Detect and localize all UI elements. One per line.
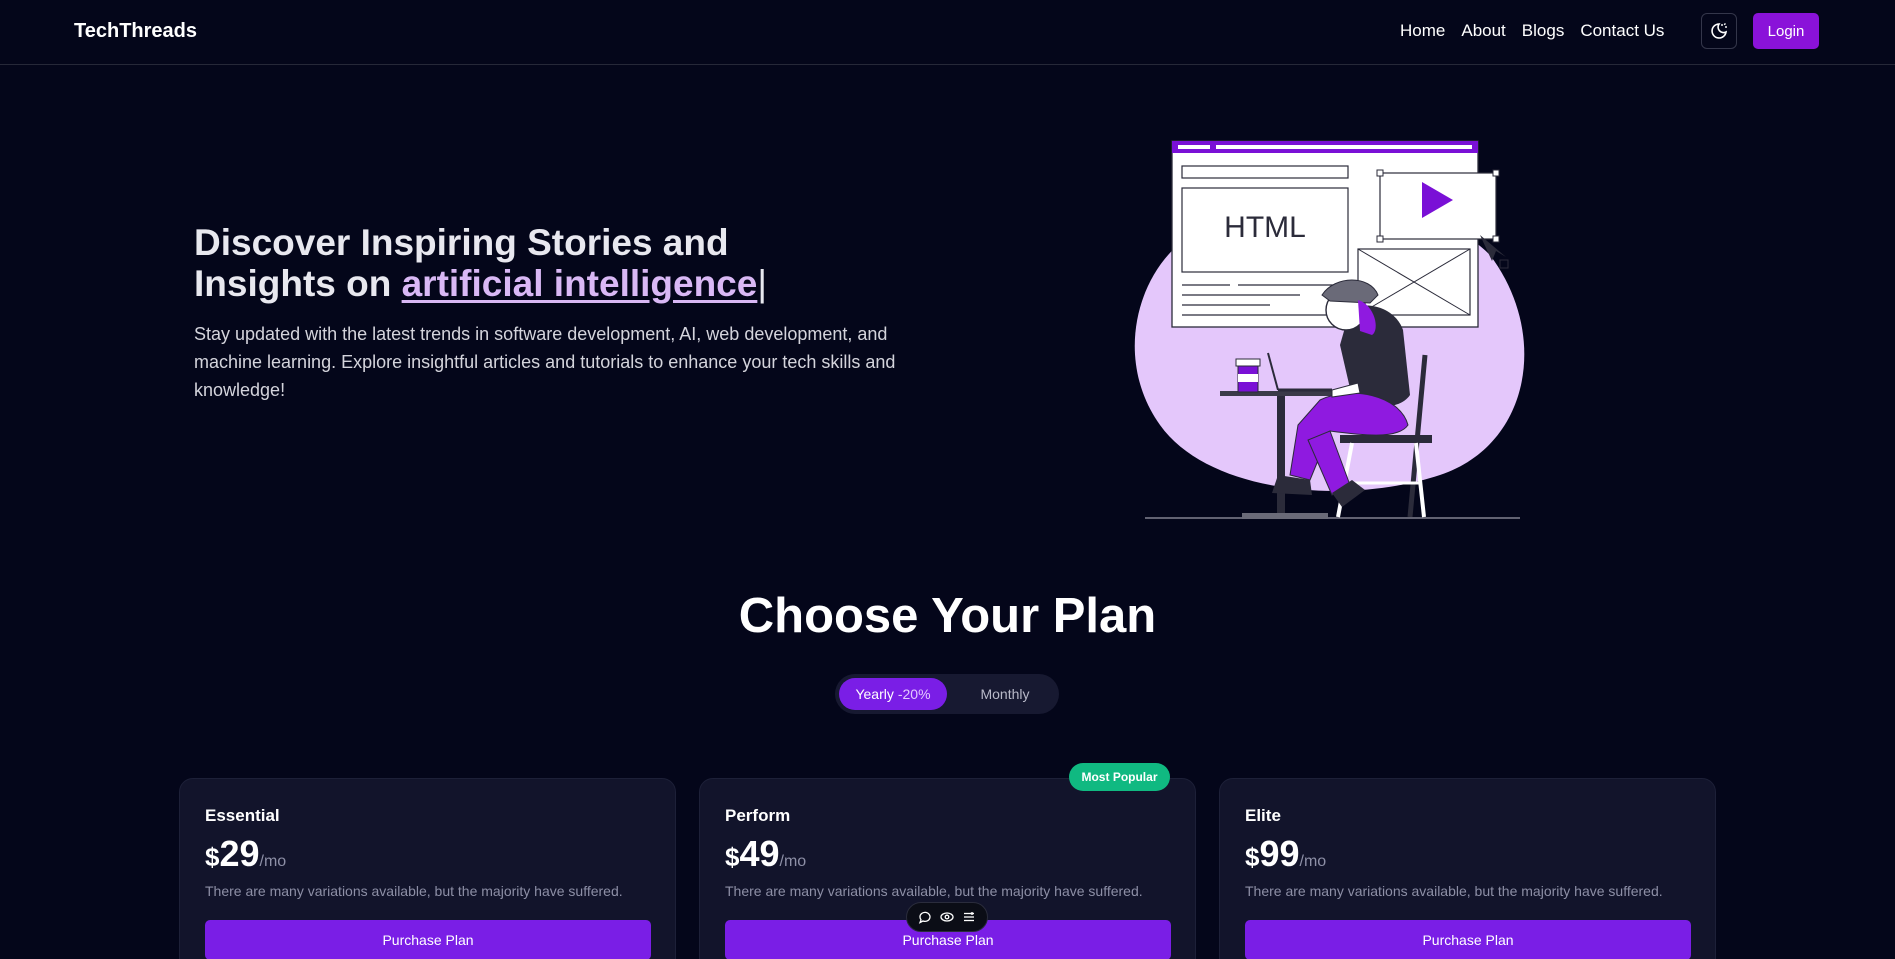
nav-link-contact[interactable]: Contact Us bbox=[1580, 21, 1664, 41]
billing-toggle: Yearly -20% Monthly bbox=[835, 674, 1059, 714]
hero-title-part3: Insights on bbox=[194, 263, 402, 304]
hero-illustration: HTML bbox=[1134, 140, 1525, 519]
purchase-plan-button[interactable]: Purchase Plan bbox=[1245, 920, 1691, 959]
top-navbar: TechThreads Home About Blogs Contact Us … bbox=[0, 0, 1895, 65]
currency-symbol: $ bbox=[725, 842, 740, 872]
eye-icon[interactable] bbox=[940, 910, 954, 924]
purchase-plan-button[interactable]: Purchase Plan bbox=[205, 920, 651, 959]
moon-sun-icon bbox=[1711, 23, 1728, 39]
plan-description: There are many variations available, but… bbox=[725, 883, 1143, 899]
nav-link-blogs[interactable]: Blogs bbox=[1522, 21, 1565, 41]
plan-card-essential: Essential $ 29 /mo There are many variat… bbox=[179, 778, 676, 959]
plan-description: There are many variations available, but… bbox=[205, 883, 623, 899]
price-amount: 49 bbox=[739, 833, 780, 874]
yearly-discount: -20% bbox=[897, 686, 931, 702]
price-period: /mo bbox=[259, 853, 287, 870]
most-popular-badge: Most Popular bbox=[1069, 763, 1170, 791]
typing-cursor: | bbox=[757, 263, 767, 304]
currency-symbol: $ bbox=[1245, 842, 1260, 872]
plan-card-elite: Elite $ 99 /mo There are many variations… bbox=[1219, 778, 1716, 959]
hero-heading: Discover Inspiring Stories and Insights … bbox=[194, 222, 894, 304]
hero-title-bold: Inspiring Stories bbox=[360, 222, 653, 263]
plan-price: $ 49 /mo bbox=[725, 833, 806, 875]
hero-title-part1: Discover bbox=[194, 222, 361, 263]
plan-name: Perform bbox=[725, 806, 791, 825]
price-period: /mo bbox=[1299, 853, 1327, 870]
theme-toggle-button[interactable] bbox=[1701, 13, 1737, 49]
nav-links: Home About Blogs Contact Us bbox=[1400, 21, 1664, 41]
comment-icon[interactable] bbox=[918, 910, 932, 924]
hero-description: Stay updated with the latest trends in s… bbox=[194, 324, 896, 400]
billing-yearly-option[interactable]: Yearly -20% bbox=[839, 678, 947, 710]
floating-toolbar bbox=[906, 902, 988, 932]
plan-price: $ 29 /mo bbox=[205, 833, 286, 875]
brand-logo[interactable]: TechThreads bbox=[74, 20, 197, 43]
hero-title-part2: and bbox=[652, 222, 729, 263]
hero-title-highlight: artificial intelligence bbox=[401, 263, 758, 304]
login-button[interactable]: Login bbox=[1753, 13, 1819, 49]
price-amount: 29 bbox=[219, 833, 260, 874]
currency-symbol: $ bbox=[205, 842, 220, 872]
nav-link-home[interactable]: Home bbox=[1400, 21, 1445, 41]
yearly-label: Yearly bbox=[855, 686, 894, 702]
plan-name: Elite bbox=[1245, 806, 1281, 825]
menu-lines-icon[interactable] bbox=[962, 910, 976, 924]
plan-description: There are many variations available, but… bbox=[1245, 883, 1663, 899]
price-amount: 99 bbox=[1259, 833, 1300, 874]
nav-link-about[interactable]: About bbox=[1461, 21, 1505, 41]
billing-monthly-option[interactable]: Monthly bbox=[955, 678, 1055, 710]
plan-name: Essential bbox=[205, 806, 280, 825]
plan-price: $ 99 /mo bbox=[1245, 833, 1326, 875]
price-period: /mo bbox=[779, 853, 807, 870]
illustration-html-text: HTML bbox=[1224, 211, 1306, 244]
plans-heading: Choose Your Plan bbox=[738, 589, 1157, 643]
